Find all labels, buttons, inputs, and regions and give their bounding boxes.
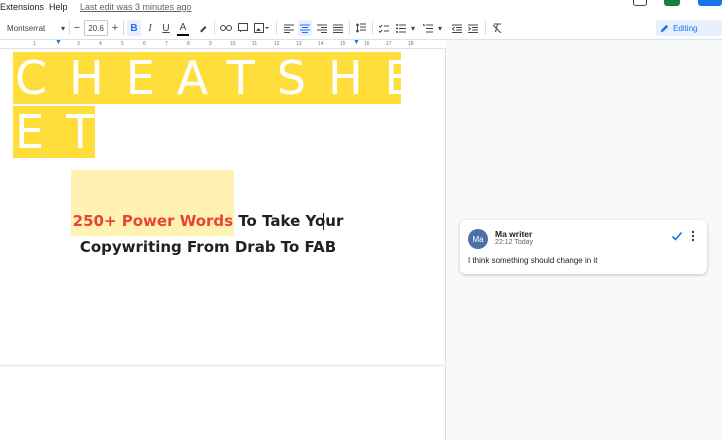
chevron-down-icon[interactable]: ▾ <box>436 20 444 36</box>
decrease-indent-icon[interactable] <box>450 20 464 36</box>
bold-button[interactable]: B <box>127 20 141 36</box>
ruler-tick: 12 <box>274 41 280 47</box>
ruler-tick: 9 <box>209 41 212 47</box>
more-options-icon[interactable] <box>690 230 696 242</box>
align-center-icon[interactable] <box>298 20 312 36</box>
checklist-icon[interactable] <box>377 20 391 36</box>
headline-text: To Take Your <box>233 212 344 230</box>
clear-formatting-icon[interactable] <box>490 20 504 36</box>
link-icon[interactable] <box>219 20 233 36</box>
ruler-tick: 6 <box>143 41 146 47</box>
meet-icon[interactable] <box>664 0 680 6</box>
ruler-tick: 7 <box>165 41 168 47</box>
menu-help[interactable]: Help <box>49 2 68 12</box>
ruler-tick: 17 <box>386 41 392 47</box>
toolbar-divider <box>349 21 350 35</box>
menu-bar: Extensions Help Last edit was 3 minutes … <box>0 0 722 16</box>
headline-line-1[interactable]: 250+ Power Words To Take Your <box>58 212 358 230</box>
ruler-tick: 13 <box>296 41 302 47</box>
comment-author: Ma writer <box>495 229 533 239</box>
title-line-2[interactable]: ET <box>13 106 95 158</box>
toolbar-divider <box>485 21 486 35</box>
avatar: Ma <box>468 229 488 249</box>
chevron-down-icon: ▾ <box>60 23 65 33</box>
document-page[interactable] <box>0 367 446 440</box>
editing-mode-button[interactable]: Editing <box>656 20 722 36</box>
ruler-tick: 11 <box>252 41 258 47</box>
ruler-tick: 5 <box>121 41 124 47</box>
font-family-value: Montserrat <box>7 23 46 33</box>
ruler-tick: 10 <box>230 41 236 47</box>
title-line-1[interactable]: CHEATSHE <box>13 52 401 104</box>
resolve-check-icon[interactable] <box>671 230 683 242</box>
toolbar-divider <box>214 21 215 35</box>
headline-highlight: 250+ Power Words <box>72 212 234 230</box>
comment-timestamp: 22:12 Today <box>495 239 534 246</box>
comment-history-icon[interactable] <box>633 0 647 6</box>
right-indent-marker[interactable]: ▼ <box>353 39 360 46</box>
ruler-tick: 4 <box>99 41 102 47</box>
ruler-tick: 15 <box>340 41 346 47</box>
editing-mode-label: Editing <box>673 23 698 33</box>
line-spacing-icon[interactable] <box>354 20 368 36</box>
headline-line-2[interactable]: Copywriting From Drab To FAB <box>58 238 358 256</box>
last-edit-link[interactable]: Last edit was 3 minutes ago <box>80 2 192 12</box>
left-indent-marker[interactable]: ▼ <box>55 39 62 46</box>
toolbar-divider <box>123 21 124 35</box>
toolbar-divider <box>372 21 373 35</box>
chevron-down-icon[interactable]: ▾ <box>409 20 417 36</box>
horizontal-ruler[interactable]: · 1 ▼ 3 4 5 6 7 8 9 10 11 12 13 14 15 ▼ … <box>0 39 446 49</box>
menu-extensions[interactable]: Extensions <box>0 2 44 12</box>
ruler-tick: 1 <box>33 41 36 47</box>
ruler-tick: 14 <box>318 41 324 47</box>
italic-button[interactable]: I <box>144 20 156 36</box>
align-right-icon[interactable] <box>315 20 329 36</box>
increase-indent-icon[interactable] <box>466 20 480 36</box>
add-comment-icon[interactable] <box>236 20 250 36</box>
toolbar-divider <box>69 21 70 35</box>
comment-card[interactable]: Ma Ma writer 22:12 Today I think somethi… <box>460 220 707 274</box>
ruler-tick: 3 <box>77 41 80 47</box>
numbered-list-icon[interactable] <box>422 20 434 36</box>
pencil-icon <box>660 24 669 32</box>
bulleted-list-icon[interactable] <box>395 20 407 36</box>
align-left-icon[interactable] <box>282 20 296 36</box>
ruler-tick: 18 <box>408 41 414 47</box>
font-size-input[interactable]: 20.6 <box>84 20 108 36</box>
toolbar: Montserrat ▾ − 20.6 + B I U A ▾ ▾ Editin… <box>0 16 722 40</box>
font-family-select[interactable]: Montserrat ▾ <box>4 20 68 36</box>
text-color-button[interactable]: A <box>177 20 189 36</box>
comment-text: I think something should change in it <box>468 256 598 265</box>
highlight-pen-icon[interactable] <box>196 20 210 36</box>
increase-font-size-button[interactable]: + <box>110 20 120 36</box>
insert-image-icon[interactable] <box>253 20 271 36</box>
ruler-tick: 16 <box>364 41 370 47</box>
toolbar-divider <box>276 21 277 35</box>
text-cursor <box>323 213 324 230</box>
share-button[interactable] <box>698 0 722 6</box>
decrease-font-size-button[interactable]: − <box>72 20 82 36</box>
ruler-tick: · <box>4 41 6 47</box>
ruler-tick: 8 <box>187 41 190 47</box>
underline-button[interactable]: U <box>160 20 172 36</box>
justify-icon[interactable] <box>331 20 345 36</box>
